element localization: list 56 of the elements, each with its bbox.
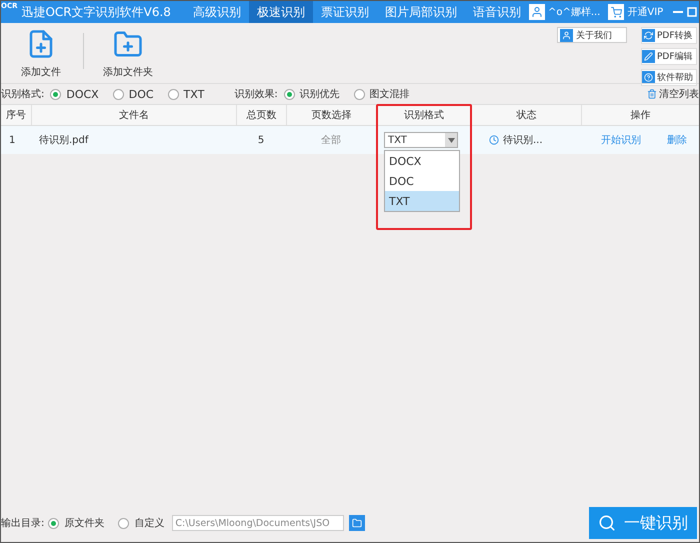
radio-dot[interactable] bbox=[112, 88, 124, 100]
clock-icon bbox=[489, 135, 499, 145]
output-label: 输出目录: bbox=[1, 516, 44, 530]
effect-radio[interactable]: 图文混排 bbox=[354, 87, 410, 101]
folder-add-icon bbox=[113, 29, 143, 59]
radio-dot[interactable] bbox=[354, 88, 365, 100]
radio-dot[interactable] bbox=[118, 518, 130, 528]
maximize-icon[interactable] bbox=[687, 7, 698, 17]
table-cell-text: 5 bbox=[256, 134, 266, 148]
format-label: 识别格式: bbox=[1, 88, 44, 101]
format-radio[interactable]: TXT bbox=[168, 88, 204, 100]
folder-icon bbox=[352, 518, 362, 528]
radio-dot[interactable] bbox=[48, 518, 60, 528]
status-text: 待识别... bbox=[503, 134, 543, 147]
caret-icon bbox=[445, 133, 457, 147]
toolbar-button[interactable]: 添加文件 bbox=[9, 29, 73, 79]
column-header: 序号 bbox=[5, 108, 27, 123]
nav-tab[interactable]: 极速识别 bbox=[248, 1, 313, 23]
format-radio[interactable]: DOC bbox=[112, 88, 154, 100]
column-header: 操作 bbox=[581, 105, 699, 125]
format-select[interactable]: TXT bbox=[384, 132, 458, 148]
trash-icon bbox=[647, 89, 657, 99]
minimize-icon[interactable] bbox=[673, 11, 684, 13]
side-button[interactable]: PDF编辑 bbox=[641, 48, 697, 65]
column-header: 文件名 bbox=[31, 105, 236, 125]
browse-button[interactable] bbox=[349, 515, 366, 531]
radio-dot[interactable] bbox=[50, 88, 62, 100]
column-header: 识别格式 bbox=[376, 105, 471, 125]
about-button[interactable]: 关于我们 bbox=[557, 27, 627, 43]
refresh-icon bbox=[644, 31, 653, 40]
user-icon bbox=[560, 28, 573, 42]
toolbar-button[interactable]: 添加文件夹 bbox=[96, 29, 160, 79]
table-cell-text: 1 bbox=[8, 134, 16, 148]
search-icon bbox=[598, 514, 616, 532]
output-radio[interactable]: 原文件夹 bbox=[48, 516, 104, 530]
column-header: 页数选择 bbox=[286, 105, 376, 125]
effect-radio[interactable]: 识别优先 bbox=[284, 87, 340, 101]
effect-label: 识别效果: bbox=[234, 88, 278, 101]
help-icon bbox=[644, 73, 653, 82]
column-header: 总页数 bbox=[236, 105, 286, 125]
pencil-icon bbox=[644, 52, 653, 61]
dropdown-option[interactable]: TXT bbox=[385, 191, 459, 211]
table-cell-text: 待识别.pdf bbox=[38, 134, 90, 148]
app-title: 迅捷OCR文字识别软件V6.8 bbox=[21, 4, 171, 20]
cart-icon bbox=[608, 4, 624, 20]
column-header: 状态 bbox=[471, 105, 581, 125]
user-icon bbox=[528, 4, 545, 20]
radio-dot[interactable] bbox=[168, 88, 179, 100]
side-button[interactable]: 软件帮助 bbox=[641, 69, 697, 86]
table-cell-text: 全部 bbox=[320, 134, 342, 148]
output-radio[interactable]: 自定义 bbox=[118, 516, 164, 530]
clear-list-link[interactable]: 清空列表 bbox=[659, 87, 699, 101]
format-radio[interactable]: DOCX bbox=[50, 88, 99, 100]
radio-dot[interactable] bbox=[284, 88, 295, 100]
side-button[interactable]: PDF转换 bbox=[641, 27, 697, 44]
path-field[interactable]: C:\Users\Mloong\Documents\JSO bbox=[172, 515, 344, 531]
